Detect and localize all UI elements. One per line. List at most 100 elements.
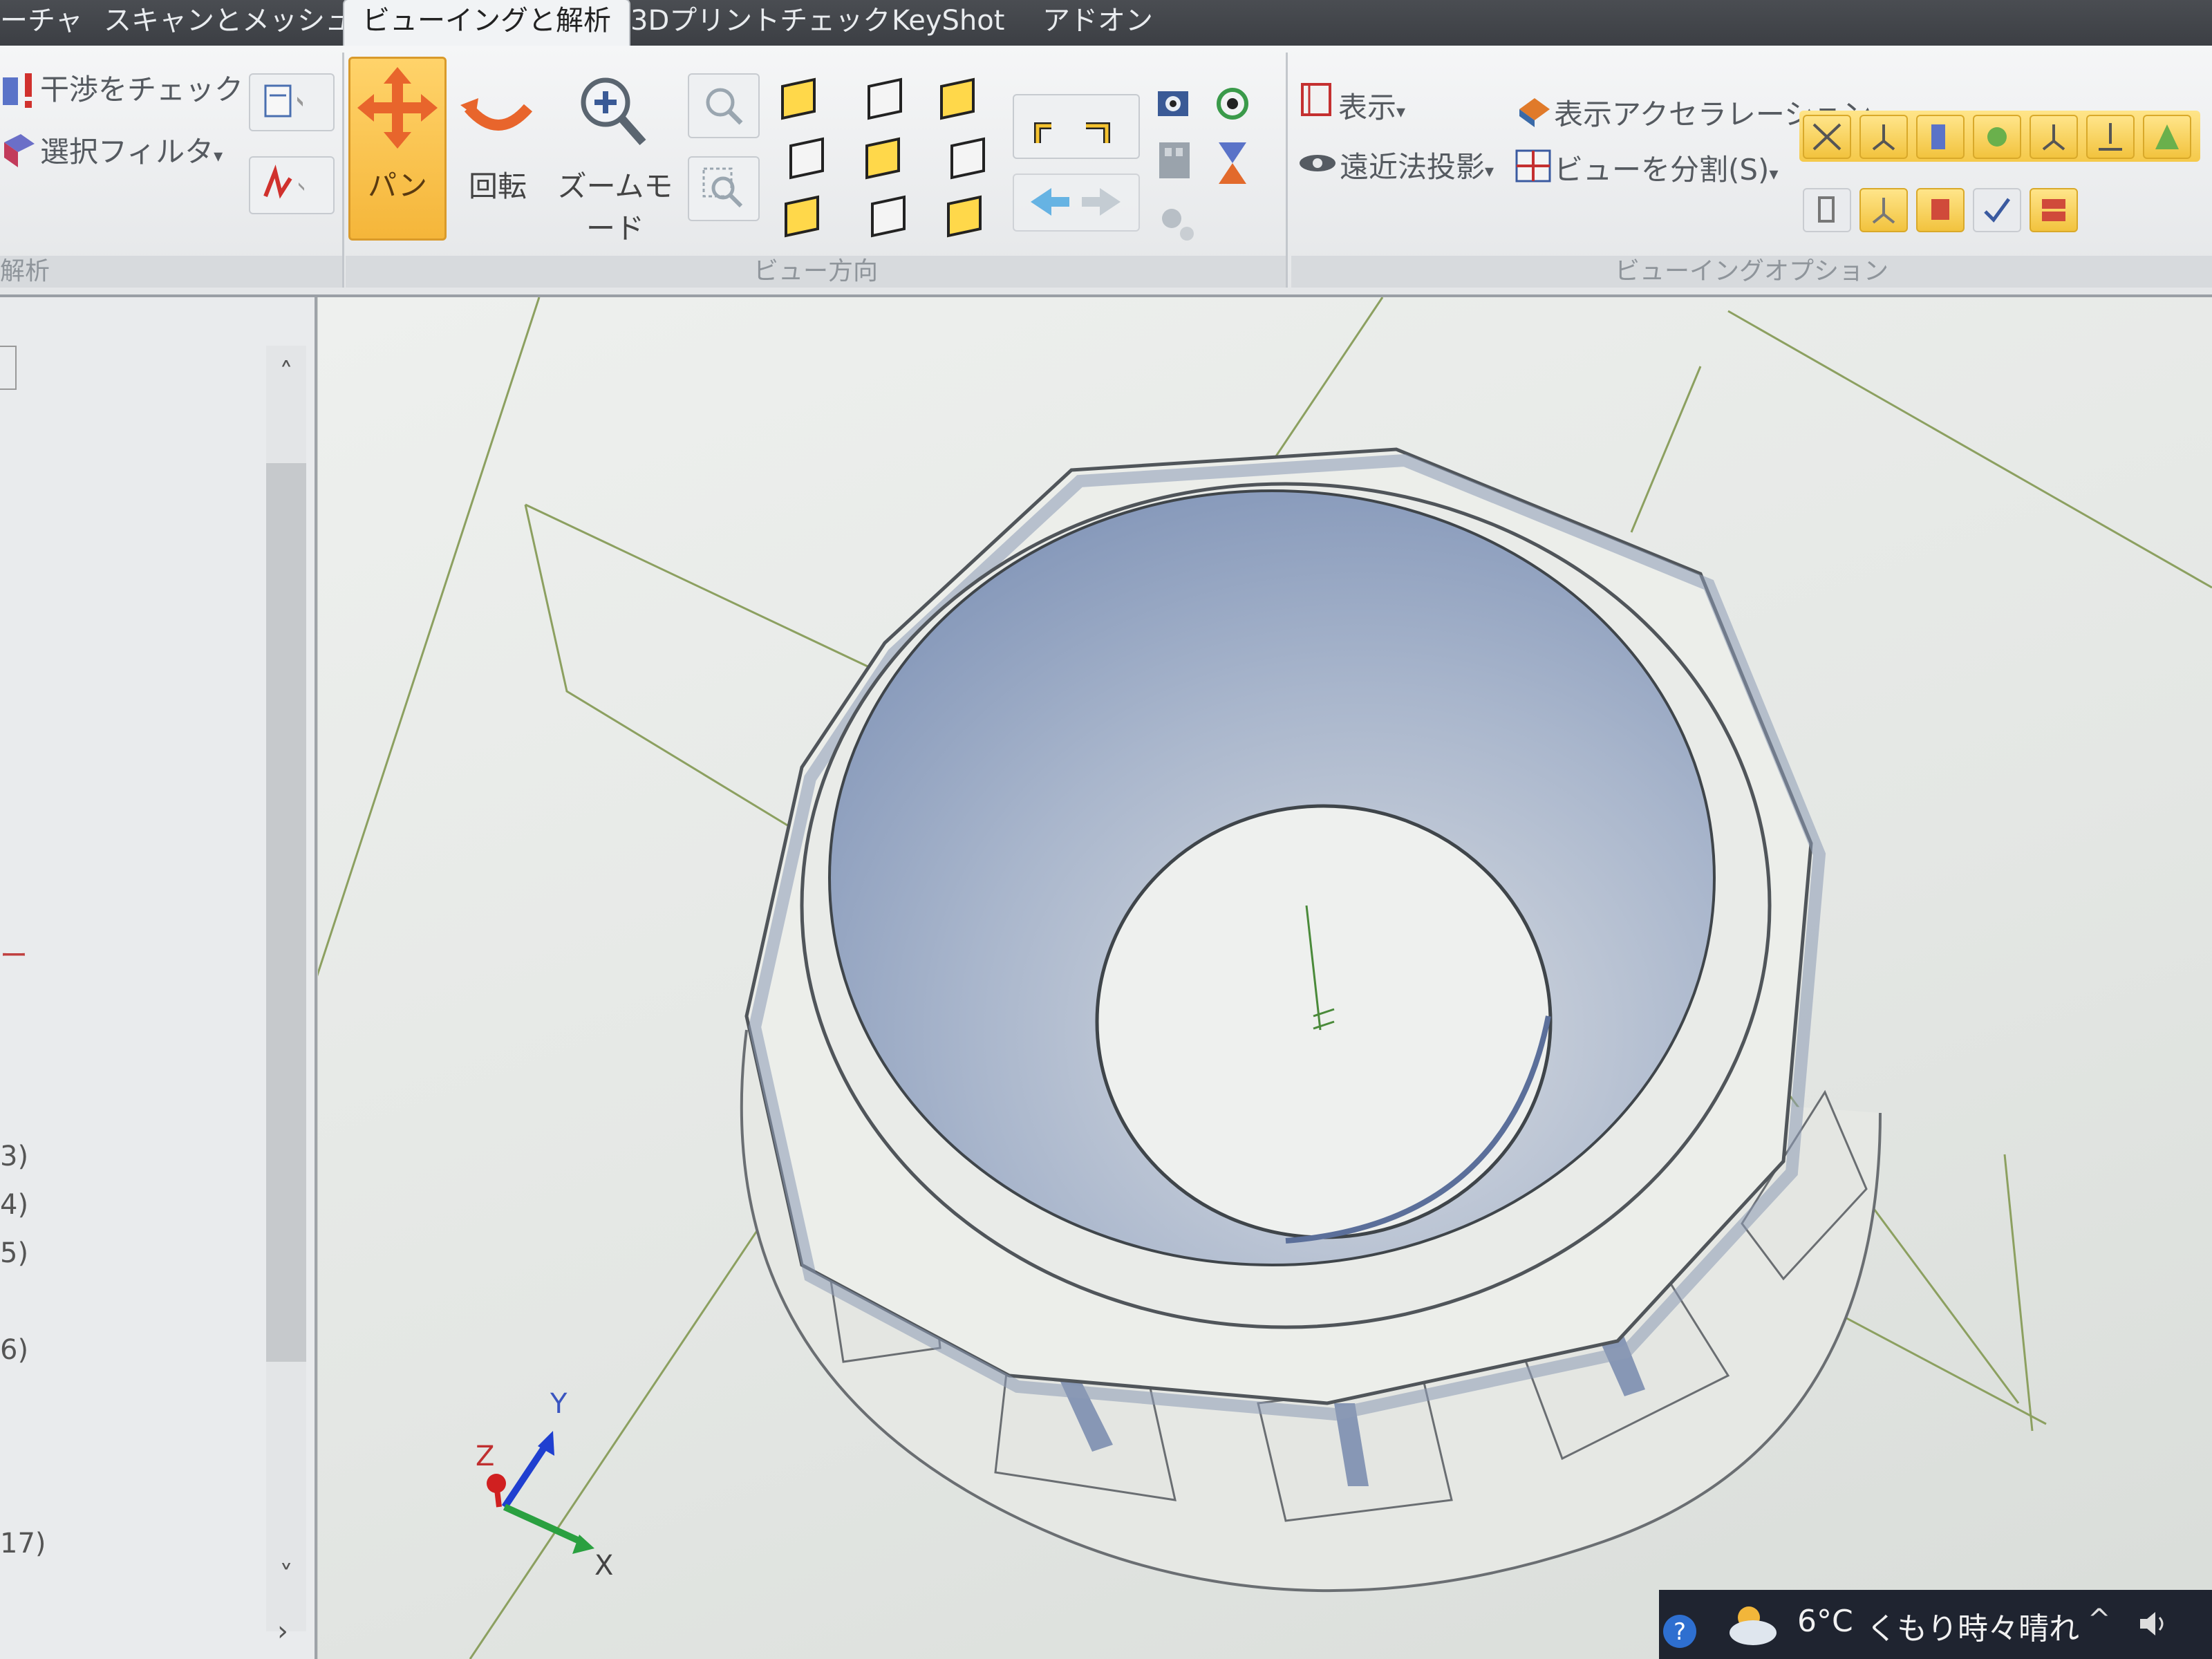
- toggle-view-1-button[interactable]: [1803, 115, 1851, 159]
- scroll-right-icon[interactable]: ›: [263, 1611, 303, 1652]
- analysis-group: 干渉をチェック 選択フィルタ▾ 解析: [0, 53, 344, 288]
- analysis-tool-button-1[interactable]: [249, 73, 335, 131]
- inner-bottom-disk: [1095, 804, 1553, 1239]
- weather-description[interactable]: くもり時々晴れ: [1866, 1604, 2079, 1648]
- refresh-view-icon[interactable]: [1206, 77, 1262, 133]
- colored-section-icon: [1931, 199, 1949, 220]
- view-top-cube-icon[interactable]: [789, 137, 824, 180]
- toggle-view-3-button[interactable]: [1916, 115, 1965, 159]
- axis-triad: Y X Z: [476, 1388, 613, 1582]
- interference-check-button[interactable]: 干渉をチェック: [40, 66, 243, 109]
- model-drawing: Y X Z: [318, 297, 2212, 1659]
- rotate-button[interactable]: 回転: [456, 59, 539, 225]
- perspective-projection-button[interactable]: 遠近法投影▾: [1340, 144, 1494, 186]
- 3d-viewport[interactable]: Y X Z: [318, 297, 2212, 1659]
- tab-feature[interactable]: ーチャ: [0, 0, 83, 46]
- option-3-button[interactable]: [1916, 188, 1965, 232]
- silhouette-icon: [1872, 198, 1895, 224]
- document-edit-icon: [264, 84, 303, 118]
- menu-tab-bar: ーチャ スキャンとメッシュ ビューイングと解析 3Dプリントチェック KeySh…: [0, 0, 2212, 48]
- tree-item-fragment-6[interactable]: 17): [0, 1528, 46, 1559]
- filter-parts-icon[interactable]: [1151, 135, 1206, 191]
- hourglass-icon[interactable]: [1206, 135, 1262, 191]
- zoom-mode-button[interactable]: ズームモード: [546, 59, 684, 245]
- stacked-section-icon: [2042, 199, 2065, 221]
- y-axis-label: Y: [550, 1388, 568, 1420]
- split-view-icon: [1515, 149, 1551, 182]
- display-acceleration-icon: [1519, 98, 1550, 127]
- analysis-group-label: 解析: [0, 256, 342, 288]
- back-forward-arrows-icon: [1031, 188, 1121, 216]
- scroll-up-icon[interactable]: ˄: [266, 353, 306, 394]
- split-view-button[interactable]: ビューを分割(S)▾: [1554, 147, 1779, 189]
- option-5-button[interactable]: [2030, 188, 2078, 232]
- mannequin-x-icon: [1812, 123, 1841, 151]
- feature-tree-panel: ー 3) 4) 5) 6) 17) ˄ ˅ ›: [0, 297, 317, 1659]
- tree-item-fragment-3[interactable]: 4): [0, 1189, 28, 1221]
- tab-scan-and-mesh[interactable]: スキャンとメッシュ: [104, 0, 353, 46]
- toggle-view-5-button[interactable]: [2030, 115, 2078, 159]
- pan-move-icon: [357, 67, 438, 149]
- toggle-view-2-button[interactable]: [1859, 115, 1908, 159]
- view-iso-3-cube-icon[interactable]: [947, 195, 982, 238]
- weather-temperature[interactable]: 6°C: [1797, 1604, 1853, 1639]
- selection-filter-button[interactable]: 選択フィルタ▾: [40, 129, 223, 171]
- view-front-cube-icon[interactable]: [781, 77, 816, 120]
- selection-filter-label: 選択フィルタ: [40, 135, 214, 169]
- z-axis-label: Z: [476, 1441, 494, 1472]
- tab-keyshot[interactable]: KeyShot: [892, 0, 1004, 46]
- ribbon: 干渉をチェック 選択フィルタ▾ 解析 パン 回転 ズームモード ビュー方向 表示…: [0, 46, 2212, 297]
- tree-item-fragment-1[interactable]: ー: [0, 933, 28, 973]
- tab-addons[interactable]: アドオン: [1042, 0, 1153, 46]
- windows-taskbar: ? 6°C くもり時々晴れ ^: [1659, 1590, 2212, 1659]
- option-4-button[interactable]: [1973, 188, 2021, 232]
- tree-item-fragment-5[interactable]: 6): [0, 1334, 28, 1366]
- view-back-cube-icon[interactable]: [868, 77, 902, 120]
- scrollbar-thumb[interactable]: [266, 463, 306, 1362]
- zoom-fit-button[interactable]: [688, 73, 760, 138]
- mesh-green-icon: [1987, 127, 2007, 147]
- tab-viewing-and-analysis[interactable]: ビューイングと解析: [344, 0, 629, 46]
- weather-cloudy-icon: [1730, 1606, 1777, 1645]
- tree-item-fragment-2[interactable]: 3): [0, 1141, 28, 1172]
- zoom-window-icon: [702, 167, 743, 208]
- help-icon[interactable]: ?: [1659, 1611, 1700, 1652]
- toggle-view-4-button[interactable]: [1973, 115, 2021, 159]
- curvature-icon: [263, 165, 304, 199]
- option-2-button[interactable]: [1859, 188, 1908, 232]
- zoom-magnifier-icon: [581, 77, 646, 145]
- option-1-button[interactable]: [1803, 188, 1851, 232]
- toggle-view-7-button[interactable]: [2143, 115, 2191, 159]
- zoom-window-button[interactable]: [688, 156, 760, 221]
- split-view-label: ビューを分割(S): [1554, 153, 1770, 187]
- view-left-cube-icon[interactable]: [940, 77, 975, 120]
- interference-check-icon: [0, 68, 43, 111]
- analysis-tool-button-2[interactable]: [249, 156, 335, 214]
- view-iso-2-cube-icon[interactable]: [871, 195, 906, 238]
- view-direction-group: パン 回転 ズームモード ビュー方向: [346, 53, 1288, 288]
- rotate-icon: [460, 98, 533, 131]
- pan-button[interactable]: パン: [348, 57, 447, 241]
- cursor-settings-icon[interactable]: [1151, 198, 1206, 253]
- section-icon: [1931, 124, 1945, 149]
- display-label: 表示: [1338, 91, 1397, 124]
- turn-arrows-icon: [1034, 122, 1110, 143]
- chevron-down-icon: ▾: [1769, 164, 1779, 185]
- previous-next-view-button[interactable]: [1013, 174, 1140, 232]
- x-axis-label: X: [594, 1550, 613, 1582]
- volume-icon[interactable]: [2136, 1606, 2171, 1641]
- view-iso-cube-icon[interactable]: [785, 195, 819, 238]
- view-bottom-cube-icon[interactable]: [865, 137, 900, 180]
- chevron-down-icon: ▾: [214, 146, 223, 167]
- tab-3d-print-check[interactable]: 3Dプリントチェック: [630, 0, 890, 46]
- rotate-view-arrows-button[interactable]: [1013, 94, 1140, 159]
- tree-item-box[interactable]: [0, 346, 17, 390]
- tree-item-fragment-4[interactable]: 5): [0, 1237, 28, 1269]
- view-right-cube-icon[interactable]: [950, 137, 985, 180]
- toggle-view-6-button[interactable]: [2086, 115, 2135, 159]
- scroll-down-icon[interactable]: ˅: [266, 1555, 306, 1597]
- display-dropdown[interactable]: 表示▾: [1338, 84, 1405, 126]
- camera-icon[interactable]: [1151, 77, 1206, 133]
- svg-text:?: ?: [1674, 1618, 1686, 1646]
- tray-chevron-up-icon[interactable]: ^: [2088, 1604, 2111, 1635]
